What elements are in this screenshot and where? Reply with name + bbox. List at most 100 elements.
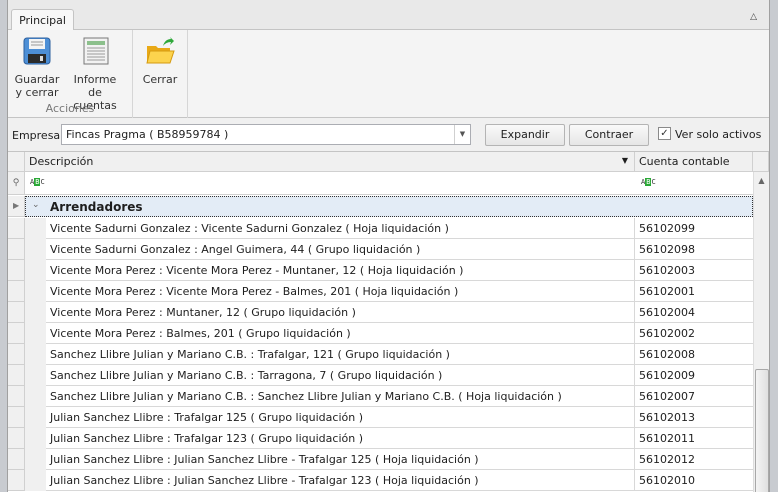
account-cell[interactable]: 56102007 — [635, 386, 753, 407]
account-cell[interactable]: 56102010 — [635, 470, 753, 491]
row-indicator-header — [8, 152, 25, 172]
row-indicator — [8, 344, 25, 365]
group-indent — [25, 323, 46, 344]
account-cell[interactable]: 56102001 — [635, 281, 753, 302]
description-cell[interactable]: Julian Sanchez Llibre : Trafalgar 123 ( … — [46, 428, 635, 449]
account-cell[interactable]: 56102003 — [635, 260, 753, 281]
table-row[interactable]: Vicente Mora Perez : Muntaner, 12 ( Grup… — [8, 302, 753, 323]
group-indent — [25, 281, 46, 302]
chevron-down-icon[interactable]: ▼ — [454, 125, 470, 144]
group-row[interactable]: ▶ ⌄ Arrendadores — [8, 196, 753, 217]
description-cell[interactable]: Vicente Mora Perez : Vicente Mora Perez … — [46, 281, 635, 302]
filter-bar: Empresa: Fincas Pragma ( B58959784 ) ▼ Ex… — [8, 124, 769, 148]
table-row[interactable]: Vicente Mora Perez : Vicente Mora Perez … — [8, 281, 753, 302]
table-row[interactable]: Julian Sanchez Llibre : Julian Sanchez L… — [8, 449, 753, 470]
header-corner — [753, 152, 769, 172]
ribbon: Guardar y cerrar Informe de cuentas Acci… — [8, 30, 769, 118]
row-indicator — [8, 407, 25, 428]
description-cell[interactable]: Vicente Mora Perez : Muntaner, 12 ( Grup… — [46, 302, 635, 323]
account-cell[interactable]: 56102002 — [635, 323, 753, 344]
collapse-button[interactable]: Contraer — [569, 124, 649, 146]
group-indent — [25, 218, 46, 239]
tab-principal[interactable]: Principal — [11, 9, 74, 31]
sort-dropdown-icon[interactable]: ▼ — [622, 156, 628, 165]
open-folder-arrow-icon — [146, 37, 175, 64]
description-cell[interactable]: Julian Sanchez Llibre : Julian Sanchez L… — [46, 449, 635, 470]
account-cell[interactable]: 56102008 — [635, 344, 753, 365]
group-indent — [25, 407, 46, 428]
save-close-label: Guardar y cerrar — [14, 73, 60, 99]
description-cell[interactable]: Sanchez Llibre Julian y Mariano C.B. : T… — [46, 344, 635, 365]
group-indent — [25, 260, 46, 281]
account-cell[interactable]: 56102098 — [635, 239, 753, 260]
close-button[interactable]: Cerrar — [138, 36, 182, 86]
row-indicator — [8, 260, 25, 281]
window: Principal △ Guardar y cerrar Informe de … — [7, 0, 770, 492]
description-cell[interactable]: Sanchez Llibre Julian y Mariano C.B. : T… — [46, 365, 635, 386]
group-indent — [25, 302, 46, 323]
account-report-button[interactable]: Informe de cuentas — [66, 36, 124, 112]
filter-pin-icon: ⚲ — [8, 172, 25, 194]
row-indicator — [8, 218, 25, 239]
table-row[interactable]: Julian Sanchez Llibre : Trafalgar 125 ( … — [8, 407, 753, 428]
group-indent — [25, 470, 46, 491]
account-cell[interactable]: 56102009 — [635, 365, 753, 386]
close-label: Cerrar — [142, 73, 178, 86]
group-close: Cerrar — [133, 30, 188, 118]
table-row[interactable]: Julian Sanchez Llibre : Trafalgar 123 ( … — [8, 428, 753, 449]
group-indent — [25, 344, 46, 365]
table-row[interactable]: Vicente Mora Perez : Vicente Mora Perez … — [8, 260, 753, 281]
row-indicator — [8, 365, 25, 386]
account-cell[interactable]: 56102011 — [635, 428, 753, 449]
description-cell[interactable]: Vicente Mora Perez : Balmes, 201 ( Grupo… — [46, 323, 635, 344]
row-indicator — [8, 302, 25, 323]
account-cell[interactable]: 56102013 — [635, 407, 753, 428]
active-only-checkbox[interactable]: ✓ — [658, 127, 671, 140]
accounts-grid: Descripción ▼ Cuenta contable ⚲ ABC ABC ▶… — [8, 151, 769, 492]
table-row[interactable]: Vicente Mora Perez : Balmes, 201 ( Grupo… — [8, 323, 753, 344]
text-filter-icon[interactable]: ABC — [30, 178, 45, 186]
floppy-disk-icon — [23, 37, 51, 65]
group-indent — [25, 386, 46, 407]
description-cell[interactable]: Julian Sanchez Llibre : Julian Sanchez L… — [46, 470, 635, 491]
row-indicator — [8, 323, 25, 344]
expand-button[interactable]: Expandir — [485, 124, 565, 146]
description-cell[interactable]: Julian Sanchez Llibre : Trafalgar 125 ( … — [46, 407, 635, 428]
row-indicator — [8, 470, 25, 491]
row-indicator — [8, 428, 25, 449]
column-label: Descripción — [29, 155, 94, 168]
report-sheet-icon — [83, 37, 109, 65]
description-cell[interactable]: Vicente Sadurni Gonzalez : Angel Guimera… — [46, 239, 635, 260]
column-header-descripcion[interactable]: Descripción ▼ — [25, 152, 635, 172]
chevron-down-icon[interactable]: ⌄ — [32, 200, 40, 210]
scroll-up-icon[interactable]: ▲ — [754, 176, 769, 185]
row-indicator — [8, 386, 25, 407]
group-header[interactable]: ⌄ Arrendadores — [25, 196, 753, 217]
column-header-cuenta[interactable]: Cuenta contable — [635, 152, 753, 172]
description-cell[interactable]: Vicente Mora Perez : Vicente Mora Perez … — [46, 260, 635, 281]
table-row[interactable]: Julian Sanchez Llibre : Julian Sanchez L… — [8, 470, 753, 491]
group-label: Arrendadores — [50, 200, 143, 214]
table-row[interactable]: Sanchez Llibre Julian y Mariano C.B. : T… — [8, 365, 753, 386]
description-cell[interactable]: Vicente Sadurni Gonzalez : Vicente Sadur… — [46, 218, 635, 239]
group-indent — [25, 428, 46, 449]
table-row[interactable]: Vicente Sadurni Gonzalez : Angel Guimera… — [8, 239, 753, 260]
collapse-ribbon-icon[interactable]: △ — [750, 12, 757, 22]
auto-filter-row: ⚲ ABC ABC — [8, 172, 769, 195]
table-row[interactable]: Sanchez Llibre Julian y Mariano C.B. : S… — [8, 386, 753, 407]
active-only-label: Ver solo activos — [675, 128, 762, 141]
table-row[interactable]: Vicente Sadurni Gonzalez : Vicente Sadur… — [8, 218, 753, 239]
empresa-combo[interactable]: Fincas Pragma ( B58959784 ) ▼ — [61, 124, 471, 145]
scrollbar-thumb[interactable] — [755, 369, 769, 492]
group-indent — [25, 449, 46, 470]
description-cell[interactable]: Sanchez Llibre Julian y Mariano C.B. : S… — [46, 386, 635, 407]
account-cell[interactable]: 56102012 — [635, 449, 753, 470]
row-indicator — [8, 449, 25, 470]
vertical-scrollbar[interactable]: ▲ — [753, 172, 769, 492]
table-row[interactable]: Sanchez Llibre Julian y Mariano C.B. : T… — [8, 344, 753, 365]
account-cell[interactable]: 56102004 — [635, 302, 753, 323]
save-close-button[interactable]: Guardar y cerrar — [14, 36, 60, 99]
group-indent — [25, 365, 46, 386]
group-label: Acciones — [45, 102, 95, 115]
account-cell[interactable]: 56102099 — [635, 218, 753, 239]
